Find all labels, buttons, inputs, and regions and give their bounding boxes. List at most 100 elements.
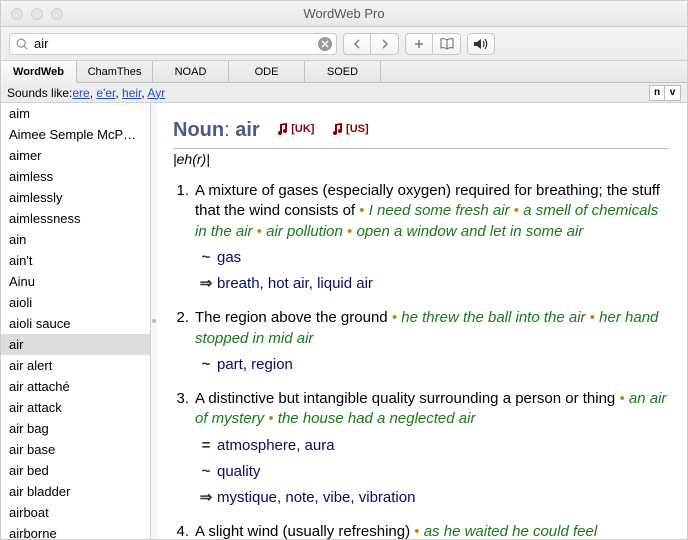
sense: 4.A slight wind (usually refreshing) • a… bbox=[173, 522, 669, 539]
sounds-like-link[interactable]: heir bbox=[122, 86, 141, 100]
definition-text: The region above the ground bbox=[195, 309, 388, 326]
relation-symbol: = bbox=[195, 436, 217, 456]
bookmarks-button[interactable] bbox=[433, 33, 461, 55]
word-list-item[interactable]: aimlessly bbox=[1, 187, 150, 208]
relation-list[interactable]: atmosphere, aura bbox=[217, 436, 335, 456]
back-button[interactable] bbox=[343, 33, 371, 55]
word-list-item[interactable]: Ainu bbox=[1, 271, 150, 292]
relation-symbol: ~ bbox=[195, 462, 217, 482]
word-list-item[interactable]: air attaché bbox=[1, 376, 150, 397]
example: I need some fresh air bbox=[369, 202, 510, 219]
relation: ⇒breath, hot air, liquid air bbox=[195, 274, 669, 294]
relation: ~quality bbox=[195, 462, 669, 482]
word-list-item[interactable]: air bbox=[1, 334, 150, 355]
example: air pollution bbox=[266, 223, 343, 240]
sounds-like-bar: Sounds like: ere, e'er, heir, Ayr n v bbox=[1, 83, 687, 103]
add-button[interactable] bbox=[405, 33, 433, 55]
sense-body: The region above the ground • he threw t… bbox=[195, 308, 669, 375]
definition-pane: Noun: air [UK] [US] |eh(r)| 1.A mixture … bbox=[157, 103, 687, 539]
sense-number: 3. bbox=[173, 389, 195, 508]
word-list-item[interactable]: airborne bbox=[1, 523, 150, 539]
example: he threw the ball into the air bbox=[401, 309, 585, 326]
relation-list[interactable]: quality bbox=[217, 462, 260, 482]
sounds-like-links: ere, e'er, heir, Ayr bbox=[72, 86, 165, 100]
noun-filter-button[interactable]: n bbox=[649, 85, 665, 101]
relation-list[interactable]: mystique, note, vibe, vibration bbox=[217, 488, 415, 508]
note-icon bbox=[330, 122, 344, 136]
verb-filter-button[interactable]: v bbox=[665, 85, 681, 101]
book-icon bbox=[440, 38, 454, 50]
relation: ⇒mystique, note, vibe, vibration bbox=[195, 488, 669, 508]
word-list-item[interactable]: ain bbox=[1, 229, 150, 250]
sense-body: A slight wind (usually refreshing) • as … bbox=[195, 522, 669, 539]
relation-symbol: ⇒ bbox=[195, 488, 217, 508]
relation: ~gas bbox=[195, 248, 669, 268]
audio-button[interactable] bbox=[467, 33, 495, 55]
tab-wordweb[interactable]: WordWeb bbox=[1, 61, 77, 83]
tab-soed[interactable]: SOED bbox=[305, 61, 381, 83]
word-list-item[interactable]: air bag bbox=[1, 418, 150, 439]
chevron-right-icon bbox=[381, 39, 389, 49]
word-list[interactable]: aimAimee Semple McPhersonaimeraimlessaim… bbox=[1, 103, 151, 539]
sense-number: 4. bbox=[173, 522, 195, 539]
tab-noad[interactable]: NOAD bbox=[153, 61, 229, 83]
window-title: WordWeb Pro bbox=[1, 6, 687, 21]
close-icon bbox=[321, 40, 329, 48]
sounds-like-link[interactable]: ere bbox=[72, 86, 89, 100]
sense: 2.The region above the ground • he threw… bbox=[173, 308, 669, 375]
sense-body: A mixture of gases (especially oxygen) r… bbox=[195, 181, 669, 294]
part-of-speech: Noun bbox=[173, 119, 224, 141]
sense-number: 1. bbox=[173, 181, 195, 294]
relation-symbol: ⇒ bbox=[195, 274, 217, 294]
example: as he waited he could feel bbox=[424, 523, 597, 539]
word-list-item[interactable]: air alert bbox=[1, 355, 150, 376]
sounds-like-link[interactable]: Ayr bbox=[147, 86, 165, 100]
tab-ode[interactable]: ODE bbox=[229, 61, 305, 83]
relation-list[interactable]: gas bbox=[217, 248, 241, 268]
sense: 1.A mixture of gases (especially oxygen)… bbox=[173, 181, 669, 294]
tab-chamthes[interactable]: ChamThes bbox=[77, 61, 153, 83]
titlebar: WordWeb Pro bbox=[1, 1, 687, 27]
sounds-like-link[interactable]: e'er bbox=[96, 86, 115, 100]
sense-body: A distinctive but intangible quality sur… bbox=[195, 389, 669, 508]
example: open a window and let in some air bbox=[356, 223, 583, 240]
word-list-item[interactable]: ain't bbox=[1, 250, 150, 271]
definition-text: A distinctive but intangible quality sur… bbox=[195, 390, 615, 407]
search-input[interactable] bbox=[9, 33, 337, 55]
note-icon bbox=[275, 122, 289, 136]
word-list-item[interactable]: aioli bbox=[1, 292, 150, 313]
word-list-item[interactable]: aimer bbox=[1, 145, 150, 166]
headword-line: Noun: air [UK] [US] bbox=[173, 119, 669, 142]
relation-symbol: ~ bbox=[195, 248, 217, 268]
sense: 3.A distinctive but intangible quality s… bbox=[173, 389, 669, 508]
forward-button[interactable] bbox=[371, 33, 399, 55]
word-list-item[interactable]: airboat bbox=[1, 502, 150, 523]
word-list-item[interactable]: air bladder bbox=[1, 481, 150, 502]
pronunciation: |eh(r)| bbox=[173, 148, 669, 167]
word-list-item[interactable]: air base bbox=[1, 439, 150, 460]
headword: air bbox=[235, 119, 259, 141]
relation: ~part, region bbox=[195, 355, 669, 375]
audio-uk[interactable]: [UK] bbox=[275, 122, 314, 136]
definition-text: A slight wind (usually refreshing) bbox=[195, 523, 410, 539]
search-icon bbox=[15, 37, 29, 51]
example: the house had a neglected air bbox=[278, 410, 476, 427]
relation-symbol: ~ bbox=[195, 355, 217, 375]
sounds-like-label: Sounds like: bbox=[7, 86, 72, 100]
word-list-item[interactable]: aim bbox=[1, 103, 150, 124]
sense-number: 2. bbox=[173, 308, 195, 375]
dictionary-tabs: WordWebChamThesNOADODESOED bbox=[1, 61, 687, 83]
word-list-item[interactable]: Aimee Semple McPherson bbox=[1, 124, 150, 145]
audio-us[interactable]: [US] bbox=[330, 122, 369, 136]
relation: =atmosphere, aura bbox=[195, 436, 669, 456]
relation-list[interactable]: part, region bbox=[217, 355, 293, 375]
relation-list[interactable]: breath, hot air, liquid air bbox=[217, 274, 373, 294]
word-list-item[interactable]: air attack bbox=[1, 397, 150, 418]
speaker-icon bbox=[473, 38, 489, 50]
toolbar bbox=[1, 27, 687, 61]
word-list-item[interactable]: aimless bbox=[1, 166, 150, 187]
word-list-item[interactable]: aimlessness bbox=[1, 208, 150, 229]
clear-search-button[interactable] bbox=[318, 37, 332, 51]
word-list-item[interactable]: air bed bbox=[1, 460, 150, 481]
word-list-item[interactable]: aioli sauce bbox=[1, 313, 150, 334]
